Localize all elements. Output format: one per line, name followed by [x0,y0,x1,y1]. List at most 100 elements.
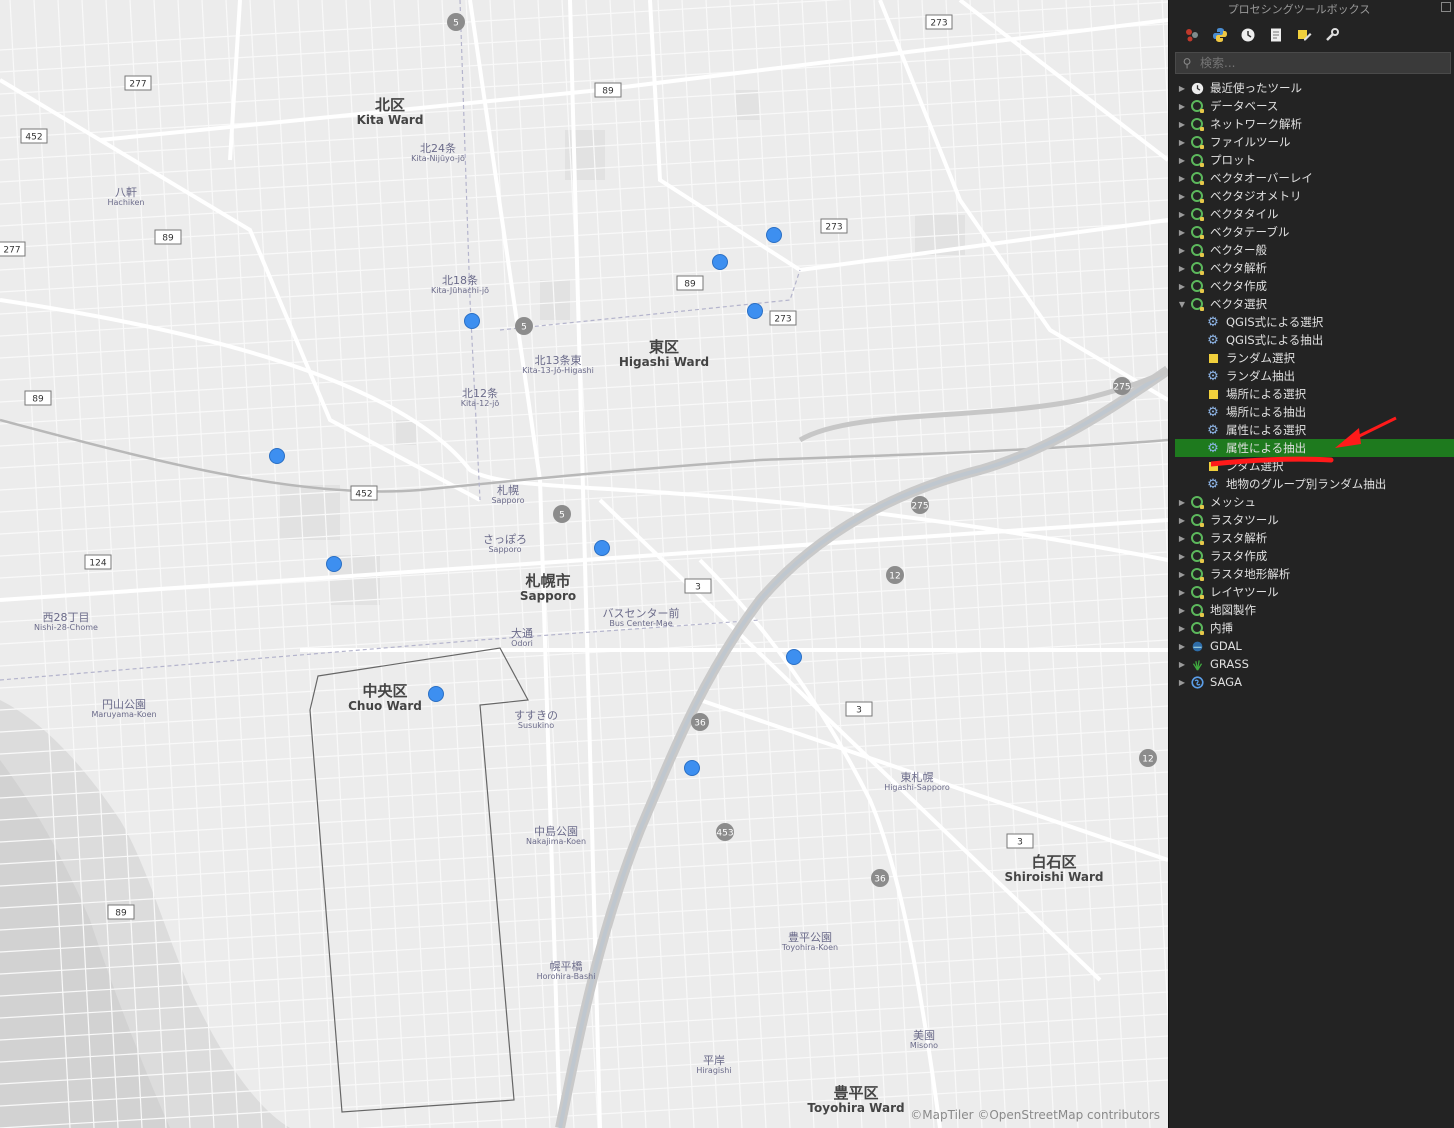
edit-features-icon[interactable] [1293,25,1315,45]
qgis-icon [1189,548,1205,564]
select-icon [1205,386,1221,402]
minor-street [0,287,1168,359]
tree-group[interactable]: ▼ ベクタ選択 [1175,295,1454,313]
station-label: 八軒 Hachiken [107,186,145,207]
tree-item-label: ベクタ作成 [1210,279,1268,293]
tree-group[interactable]: ▶ ラスタツール [1175,511,1454,529]
feature-point [712,254,728,270]
expand-arrow-right-icon[interactable]: ▶ [1175,552,1189,561]
route-shield-label: 3 [856,706,862,716]
expand-arrow-right-icon[interactable]: ▶ [1175,570,1189,579]
tree-group[interactable]: ▶ ベクタオーバーレイ [1175,169,1454,187]
route-shield-label: 89 [684,280,696,290]
minor-street [1137,0,1168,576]
tree-item-label: データベース [1210,99,1279,113]
station-label: 北18条 Kita-Jūhachi-jō [431,274,489,295]
route-shield-label: 277 [129,80,146,90]
python-icon[interactable] [1209,25,1231,45]
tree-group[interactable]: ▶ ベクタジオメトリ [1175,187,1454,205]
expand-arrow-right-icon[interactable]: ▶ [1175,624,1189,633]
qgis-icon [1189,116,1205,132]
expand-arrow-right-icon[interactable]: ▶ [1175,282,1189,291]
tree-group[interactable]: ▶ 内挿 [1175,619,1454,637]
results-icon[interactable] [1265,25,1287,45]
expand-arrow-right-icon[interactable]: ▶ [1175,534,1189,543]
expand-arrow-right-icon[interactable]: ▶ [1175,228,1189,237]
tree-group[interactable]: ▶ ベクタ作成 [1175,277,1454,295]
expand-arrow-right-icon[interactable]: ▶ [1175,102,1189,111]
route-shield-label: 275 [911,502,928,512]
minor-street [705,0,767,1128]
tree-group[interactable]: ▶ GRASS [1175,655,1454,673]
expand-arrow-right-icon[interactable]: ▶ [1175,120,1189,129]
expand-arrow-right-icon[interactable]: ▶ [1175,174,1189,183]
select-icon [1205,350,1221,366]
search-input[interactable] [1198,55,1442,71]
tree-group[interactable]: ▶ ベクタタイル [1175,205,1454,223]
ward-label: 中央区 Chuo Ward [348,682,422,713]
expand-arrow-right-icon[interactable]: ▶ [1175,246,1189,255]
toyohira-river [558,368,1168,1128]
map-canvas[interactable]: 5 5 5 273 273 273 89 89 89 89 89 277 277 452 452 124 3 3 3… [0,0,1168,1128]
minor-street [0,45,1168,117]
tree-group[interactable]: ▶ ベクタ解析 [1175,259,1454,277]
tree-group[interactable]: ▶ データベース [1175,97,1454,115]
tree-group[interactable]: ▶ SAGA [1175,673,1454,691]
panel-title: プロセシングツールボックス [1227,3,1371,16]
expand-arrow-right-icon[interactable]: ▶ [1175,84,1189,93]
qgis-icon [1189,620,1205,636]
tree-group[interactable]: ▶ メッシュ [1175,493,1454,511]
expand-arrow-right-icon[interactable]: ▶ [1175,156,1189,165]
tree-group[interactable]: ▶ ファイルツール [1175,133,1454,151]
search-field[interactable]: ⚲ [1175,52,1451,74]
tree-algorithm[interactable]: 場所による選択 [1175,385,1454,403]
float-panel-button[interactable] [1441,2,1451,12]
route-shield-label: 89 [162,234,174,244]
minor-street [1089,0,1151,1128]
tree-group[interactable]: ▶ GDAL [1175,637,1454,655]
tree-group[interactable]: ▶ ベクター般 [1175,241,1454,259]
tree-algorithm[interactable]: ⚙ QGIS式による抽出 [1175,331,1454,349]
tree-group[interactable]: ▶ レイヤツール [1175,583,1454,601]
expand-arrow-right-icon[interactable]: ▶ [1175,192,1189,201]
expand-arrow-right-icon[interactable]: ▶ [1175,660,1189,669]
tree-group[interactable]: ▶ プロット [1175,151,1454,169]
station-label: 美園 Misono [909,1029,939,1050]
expand-arrow-right-icon[interactable]: ▶ [1175,264,1189,273]
expand-arrow-right-icon[interactable]: ▶ [1175,588,1189,597]
expand-arrow-right-icon[interactable]: ▶ [1175,606,1189,615]
tree-algorithm[interactable]: ⚙ QGIS式による選択 [1175,313,1454,331]
expand-arrow-right-icon[interactable]: ▶ [1175,678,1189,687]
expand-arrow-right-icon[interactable]: ▶ [1175,516,1189,525]
models-icon[interactable] [1181,25,1203,45]
options-icon[interactable] [1321,25,1343,45]
history-icon[interactable] [1237,25,1259,45]
tree-group[interactable]: ▶ 地図製作 [1175,601,1454,619]
tree-group[interactable]: ▶ ラスタ地形解析 [1175,565,1454,583]
expand-arrow-right-icon[interactable]: ▶ [1175,498,1189,507]
minor-street [993,0,1055,1128]
tree-group[interactable]: ▶ ラスタ解析 [1175,529,1454,547]
expand-arrow-right-icon[interactable]: ▶ [1175,138,1189,147]
expand-arrow-right-icon[interactable]: ▶ [1175,210,1189,219]
tree-group[interactable]: ▶ ラスタ作成 [1175,547,1454,565]
station-label: 東札幌 Higashi-Sapporo [884,771,950,792]
minor-street [1041,0,1103,1128]
tree-algorithm[interactable]: ランダム選択 [1175,349,1454,367]
minor-street [0,595,1168,667]
tree-group[interactable]: ▶ ネットワーク解析 [1175,115,1454,133]
expand-arrow-down-icon[interactable]: ▼ [1175,300,1189,309]
tree-item-label: ネットワーク解析 [1210,117,1302,131]
station-label: 平岸 Hiragishi [696,1054,732,1075]
tree-item-label: ベクタタイル [1210,207,1279,221]
qgis-icon [1189,278,1205,294]
tree-group[interactable]: ▶ 最近使ったツール [1175,79,1454,97]
tree-item-label: ランダム抽出 [1226,369,1295,383]
station-label: 北13条東 Kita-13-Jō-Higashi [522,354,594,375]
tree-group[interactable]: ▶ ベクタテーブル [1175,223,1454,241]
station-label: 中島公園 Nakajima-Koen [525,825,587,846]
minor-street [0,749,1168,821]
expand-arrow-right-icon[interactable]: ▶ [1175,642,1189,651]
tree-item-label: QGIS式による抽出 [1226,333,1324,347]
tree-algorithm[interactable]: ⚙ ランダム抽出 [1175,367,1454,385]
